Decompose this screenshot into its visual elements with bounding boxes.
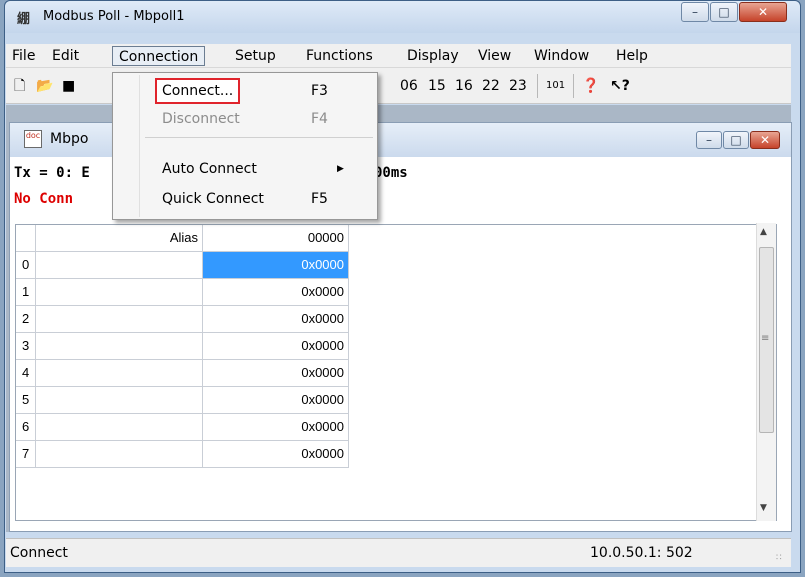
menu-item-shortcut: F4 xyxy=(311,111,328,127)
child-maximize-button[interactable]: □ xyxy=(723,131,749,149)
row-index[interactable]: 6 xyxy=(16,414,36,441)
fc-22-button[interactable]: 22 xyxy=(482,75,500,97)
register-value-cell[interactable]: 0x0000 xyxy=(203,387,349,414)
row-index[interactable]: 4 xyxy=(16,360,36,387)
fc-16-button[interactable]: 16 xyxy=(455,75,473,97)
menu-view[interactable]: View xyxy=(472,46,517,66)
menu-display[interactable]: Display xyxy=(401,46,465,66)
menu-item-label: Quick Connect xyxy=(162,191,264,207)
open-folder-icon[interactable]: 📂 xyxy=(36,75,53,97)
fc-23-button[interactable]: 23 xyxy=(509,75,527,97)
row-index[interactable]: 3 xyxy=(16,333,36,360)
alias-cell[interactable] xyxy=(36,360,203,387)
title-bar[interactable]: 綳 Modbus Poll - Mbpoll1 – □ ✕ xyxy=(5,1,800,33)
alias-cell[interactable] xyxy=(36,333,203,360)
fc-101-button[interactable]: 101 xyxy=(546,75,565,97)
toolbar-separator xyxy=(537,74,538,98)
fc-06-button[interactable]: 06 xyxy=(400,75,418,97)
submenu-arrow-icon: ▶ xyxy=(337,164,344,174)
row-index[interactable]: 7 xyxy=(16,441,36,468)
menu-setup[interactable]: Setup xyxy=(229,46,282,66)
menu-help[interactable]: Help xyxy=(610,46,654,66)
alias-cell[interactable] xyxy=(36,306,203,333)
minimize-button[interactable]: – xyxy=(681,2,709,22)
menu-item-label: Connect... xyxy=(155,78,241,104)
window-title: Modbus Poll - Mbpoll1 xyxy=(43,9,185,24)
alias-cell[interactable] xyxy=(36,387,203,414)
document-icon: doc xyxy=(24,130,42,148)
grid-corner xyxy=(16,225,36,252)
maximize-button[interactable]: □ xyxy=(710,2,738,22)
data-grid: Alias 00000 0 0x0000 1 0x0000 2 0x0000 3 0x0000… xyxy=(15,224,777,521)
register-value-cell[interactable]: 0x0000 xyxy=(203,441,349,468)
menu-connection[interactable]: Connection xyxy=(112,46,206,66)
row-index[interactable]: 0 xyxy=(16,252,36,279)
menu-item-disconnect[interactable]: Disconnect F4 xyxy=(115,105,375,133)
menu-separator xyxy=(145,137,373,138)
vertical-scrollbar[interactable]: ▲ ≡ ▼ xyxy=(756,223,776,521)
menu-item-shortcut: F5 xyxy=(311,191,328,207)
register-value-cell[interactable]: 0x0000 xyxy=(203,279,349,306)
connection-menu-dropdown: Connect... F3 Disconnect F4 Auto Connect… xyxy=(112,72,378,220)
toolbar-separator xyxy=(573,74,574,98)
close-button[interactable]: ✕ xyxy=(739,2,787,22)
row-index[interactable]: 1 xyxy=(16,279,36,306)
register-value-cell[interactable]: 0x0000 xyxy=(203,252,349,279)
fc-15-button[interactable]: 15 xyxy=(428,75,446,97)
alias-cell[interactable] xyxy=(36,441,203,468)
status-bar: Connect 10.0.50.1: 502 ∷ xyxy=(6,538,791,567)
resize-grip-icon[interactable]: ∷ xyxy=(776,553,782,563)
menu-edit[interactable]: Edit xyxy=(46,46,85,66)
menu-file[interactable]: File xyxy=(6,46,41,66)
thumb-grip-icon: ≡ xyxy=(761,333,770,344)
alias-cell[interactable] xyxy=(36,252,203,279)
alias-cell[interactable] xyxy=(36,414,203,441)
scan-rate-text: 00ms xyxy=(374,165,408,181)
menu-bar: File Edit Connection Setup Functions Dis… xyxy=(6,44,791,68)
connection-status: No Conn xyxy=(14,191,74,207)
row-index[interactable]: 5 xyxy=(16,387,36,414)
register-value-cell[interactable]: 0x0000 xyxy=(203,333,349,360)
alias-column-header[interactable]: Alias xyxy=(36,225,203,252)
menu-item-label: Auto Connect xyxy=(162,161,257,177)
scroll-up-arrow-icon[interactable]: ▲ xyxy=(760,227,767,237)
save-icon[interactable]: ■ xyxy=(62,75,75,97)
menu-item-connect[interactable]: Connect... F3 xyxy=(115,77,375,105)
new-file-icon[interactable]: 🗋 xyxy=(14,75,25,97)
menu-item-quick-connect[interactable]: Quick Connect F5 xyxy=(115,185,375,213)
help-icon[interactable]: ❓ xyxy=(582,75,599,97)
modbus-app-icon: 綳 xyxy=(17,12,31,27)
menu-item-auto-connect[interactable]: Auto Connect ▶ xyxy=(115,155,375,183)
menu-item-shortcut: F3 xyxy=(311,83,328,99)
context-help-icon[interactable]: ↖? xyxy=(610,75,630,97)
register-value-cell[interactable]: 0x0000 xyxy=(203,306,349,333)
status-message: Connect xyxy=(10,545,68,561)
menu-item-label: Disconnect xyxy=(162,111,240,127)
alias-cell[interactable] xyxy=(36,279,203,306)
child-close-button[interactable]: ✕ xyxy=(750,131,780,149)
child-window-title: Mbpo xyxy=(50,131,89,147)
row-index[interactable]: 2 xyxy=(16,306,36,333)
register-value-cell[interactable]: 0x0000 xyxy=(203,414,349,441)
scroll-down-arrow-icon[interactable]: ▼ xyxy=(760,503,767,513)
child-minimize-button[interactable]: – xyxy=(696,131,722,149)
register-column-header[interactable]: 00000 xyxy=(203,225,349,252)
menu-functions[interactable]: Functions xyxy=(300,46,379,66)
register-value-cell[interactable]: 0x0000 xyxy=(203,360,349,387)
tx-status-line: Tx = 0: E xyxy=(14,165,90,181)
menu-window[interactable]: Window xyxy=(528,46,595,66)
connection-address: 10.0.50.1: 502 xyxy=(590,545,693,561)
